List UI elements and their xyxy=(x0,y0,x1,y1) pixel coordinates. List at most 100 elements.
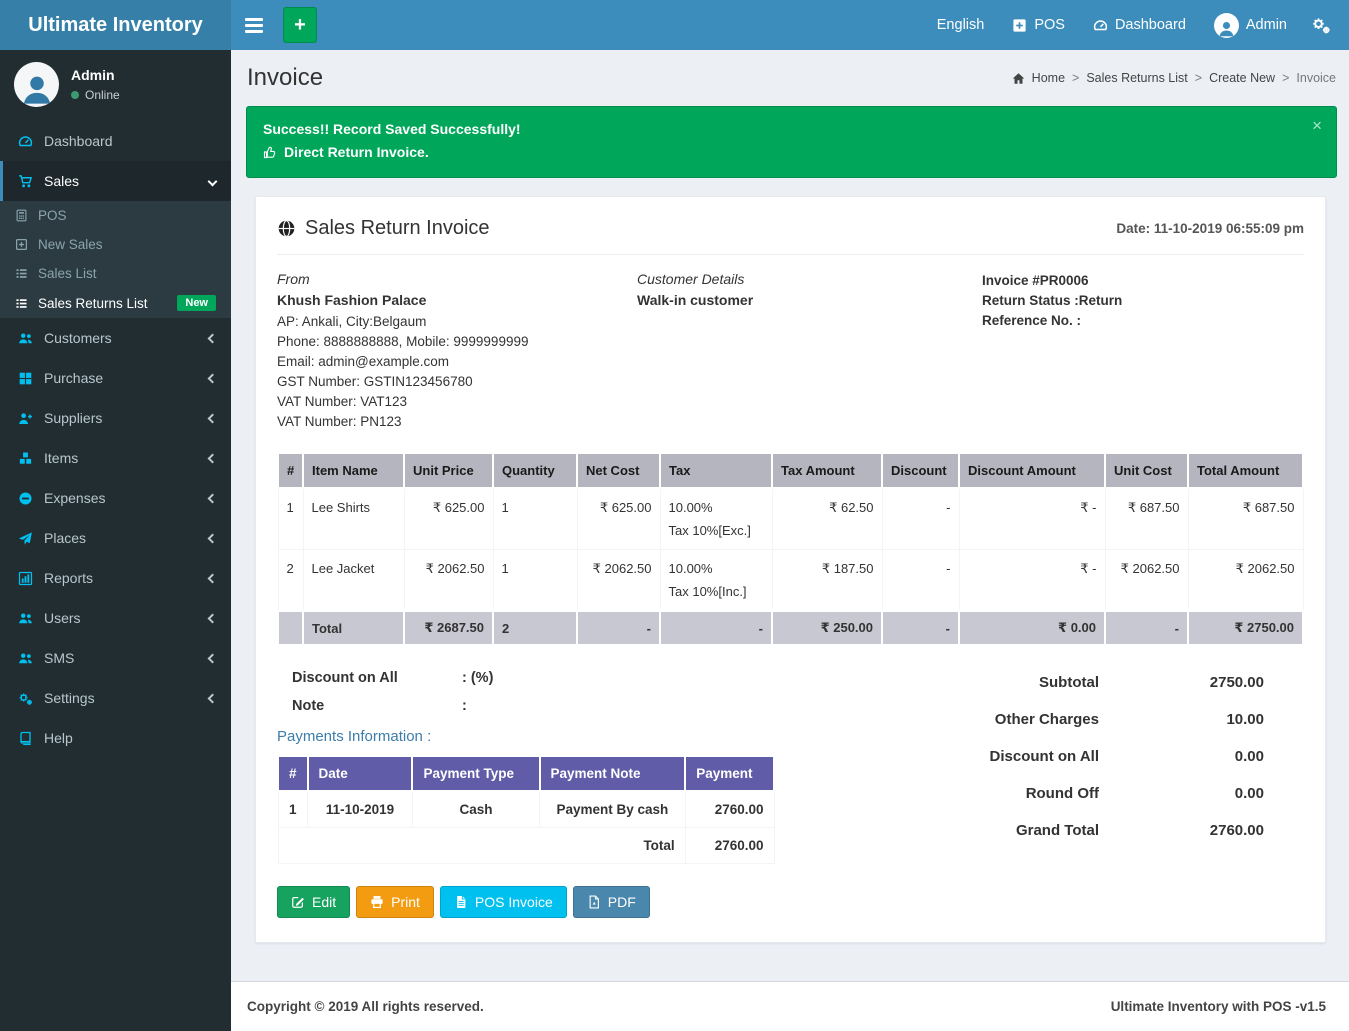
col-item-name: Item Name xyxy=(303,454,404,488)
sidebar-item-sales-list[interactable]: Sales List xyxy=(0,259,231,288)
sidebar-label-purchase: Purchase xyxy=(44,370,103,386)
col-sn: # xyxy=(278,454,303,488)
nav-pos-link[interactable]: POS xyxy=(998,0,1079,50)
col-tax: Tax xyxy=(660,454,772,488)
payments-heading: Payments Information : xyxy=(277,728,874,745)
discount-all-value: 0.00 xyxy=(1099,748,1264,765)
chevron-down-icon xyxy=(208,176,218,186)
from-block: From Khush Fashion Palace AP: Ankali, Ci… xyxy=(277,271,637,432)
sidebar-label-users: Users xyxy=(44,610,81,626)
breadcrumb-create-new[interactable]: Create New xyxy=(1209,71,1275,85)
sidebar-item-reports[interactable]: Reports xyxy=(0,558,231,598)
book-icon xyxy=(18,731,33,746)
tachometer-icon xyxy=(1093,18,1108,33)
col-unit-price: Unit Price xyxy=(404,454,493,488)
breadcrumb-separator: > xyxy=(1195,71,1202,85)
sidebar-label-items: Items xyxy=(44,450,78,466)
note-row: Note : xyxy=(277,698,874,714)
home-icon xyxy=(1012,72,1025,85)
success-alert: Success!! Record Saved Successfully! Dir… xyxy=(246,106,1337,178)
sidebar-item-sms[interactable]: SMS xyxy=(0,638,231,678)
payments-table: # Date Payment Type Payment Note Payment… xyxy=(277,757,775,864)
print-button[interactable]: Print xyxy=(356,886,434,918)
sidebar-item-pos[interactable]: POS xyxy=(0,201,231,230)
other-charges-label: Other Charges xyxy=(874,711,1099,728)
sidebar-item-users[interactable]: Users xyxy=(0,598,231,638)
alert-line2: Direct Return Invoice. xyxy=(284,144,429,160)
sidebar-item-new-sales[interactable]: New Sales xyxy=(0,230,231,259)
plus-square-icon xyxy=(1012,18,1027,33)
breadcrumb-separator: > xyxy=(1072,71,1079,85)
table-row: 2 Lee Jacket ₹ 2062.50 1 ₹ 2062.50 10.00… xyxy=(278,550,1303,612)
sidebar-item-sales-returns-list[interactable]: Sales Returns List New xyxy=(0,288,231,318)
totals-summary: Subtotal2750.00 Other Charges10.00 Disco… xyxy=(874,674,1264,864)
discount-on-all-row: Discount on All : (%) xyxy=(277,670,874,686)
sidebar-toggle-icon[interactable] xyxy=(231,0,277,50)
grand-total-value: 2760.00 xyxy=(1099,822,1264,839)
user-menu-label: Admin xyxy=(1246,17,1287,33)
sidebar-item-expenses[interactable]: Expenses xyxy=(0,478,231,518)
chevron-left-icon xyxy=(208,333,218,343)
user-plus-icon xyxy=(18,411,33,426)
sidebar-item-sales[interactable]: Sales xyxy=(0,161,231,201)
settings-gears-icon[interactable] xyxy=(1301,0,1349,50)
cart-icon xyxy=(18,174,33,189)
sidebar-label-help: Help xyxy=(44,730,73,746)
language-menu[interactable]: English xyxy=(923,0,999,50)
chevron-left-icon xyxy=(208,613,218,623)
sidebar-label-sms: SMS xyxy=(44,650,74,666)
grid-icon xyxy=(18,371,33,386)
language-label: English xyxy=(937,17,985,33)
user-menu[interactable]: Admin xyxy=(1200,0,1301,50)
alert-line1: Success!! Record Saved Successfully! xyxy=(263,121,1320,137)
sidebar-label-sales-returns-list: Sales Returns List xyxy=(38,296,148,311)
chevron-left-icon xyxy=(208,453,218,463)
users-icon xyxy=(18,611,33,626)
sidebar-item-purchase[interactable]: Purchase xyxy=(0,358,231,398)
items-total-row: Total ₹ 2687.50 2 - - ₹ 250.00 - ₹ 0.00 … xyxy=(278,611,1303,645)
invoice-number: Invoice #PR0006 xyxy=(982,271,1304,291)
sidebar-item-items[interactable]: Items xyxy=(0,438,231,478)
col-discount-amount: Discount Amount xyxy=(959,454,1105,488)
sidebar-item-suppliers[interactable]: Suppliers xyxy=(0,398,231,438)
edit-button[interactable]: Edit xyxy=(277,886,350,918)
discount-on-all-value: : (%) xyxy=(462,670,493,686)
paper-plane-icon xyxy=(18,531,33,546)
invoice-card: Sales Return Invoice Date: 11-10-2019 06… xyxy=(255,196,1326,943)
bar-chart-icon xyxy=(18,571,33,586)
printer-icon xyxy=(370,895,384,909)
payments-total-row: Total 2760.00 xyxy=(278,828,774,864)
round-off-label: Round Off xyxy=(874,785,1099,802)
chevron-left-icon xyxy=(208,413,218,423)
alert-close-icon[interactable]: × xyxy=(1312,117,1322,134)
pos-invoice-button[interactable]: POS Invoice xyxy=(440,886,567,918)
sidebar-item-settings[interactable]: Settings xyxy=(0,678,231,718)
customer-block: Customer Details Walk-in customer xyxy=(637,271,982,432)
cubes-icon xyxy=(18,451,33,466)
chevron-left-icon xyxy=(208,533,218,543)
breadcrumb-sales-returns-list[interactable]: Sales Returns List xyxy=(1086,71,1187,85)
sidebar-item-dashboard[interactable]: Dashboard xyxy=(0,121,231,161)
nav-dashboard-link[interactable]: Dashboard xyxy=(1079,0,1200,50)
sidebar-label-expenses: Expenses xyxy=(44,490,105,506)
sidebar-item-places[interactable]: Places xyxy=(0,518,231,558)
chevron-left-icon xyxy=(208,373,218,383)
file-pdf-icon xyxy=(587,895,601,909)
avatar-icon xyxy=(1214,13,1239,38)
breadcrumb-home[interactable]: Home xyxy=(1032,71,1065,85)
sidebar-label-settings: Settings xyxy=(44,690,95,706)
company-email: Email: admin@example.com xyxy=(277,352,637,372)
col-net-cost: Net Cost xyxy=(577,454,660,488)
brand-logo[interactable]: Ultimate Inventory xyxy=(0,0,231,50)
quick-add-button[interactable]: + xyxy=(283,7,317,43)
sidebar-label-suppliers: Suppliers xyxy=(44,410,102,426)
thumbs-up-icon xyxy=(263,145,278,160)
reference-no: Reference No. : xyxy=(982,311,1304,331)
sidebar-label-pos: POS xyxy=(38,208,67,223)
plus-square-icon xyxy=(15,238,28,251)
company-phone: Phone: 8888888888, Mobile: 9999999999 xyxy=(277,332,637,352)
sidebar-item-customers[interactable]: Customers xyxy=(0,318,231,358)
sidebar-item-help[interactable]: Help xyxy=(0,718,231,758)
list-icon xyxy=(15,267,28,280)
pdf-button[interactable]: PDF xyxy=(573,886,650,918)
